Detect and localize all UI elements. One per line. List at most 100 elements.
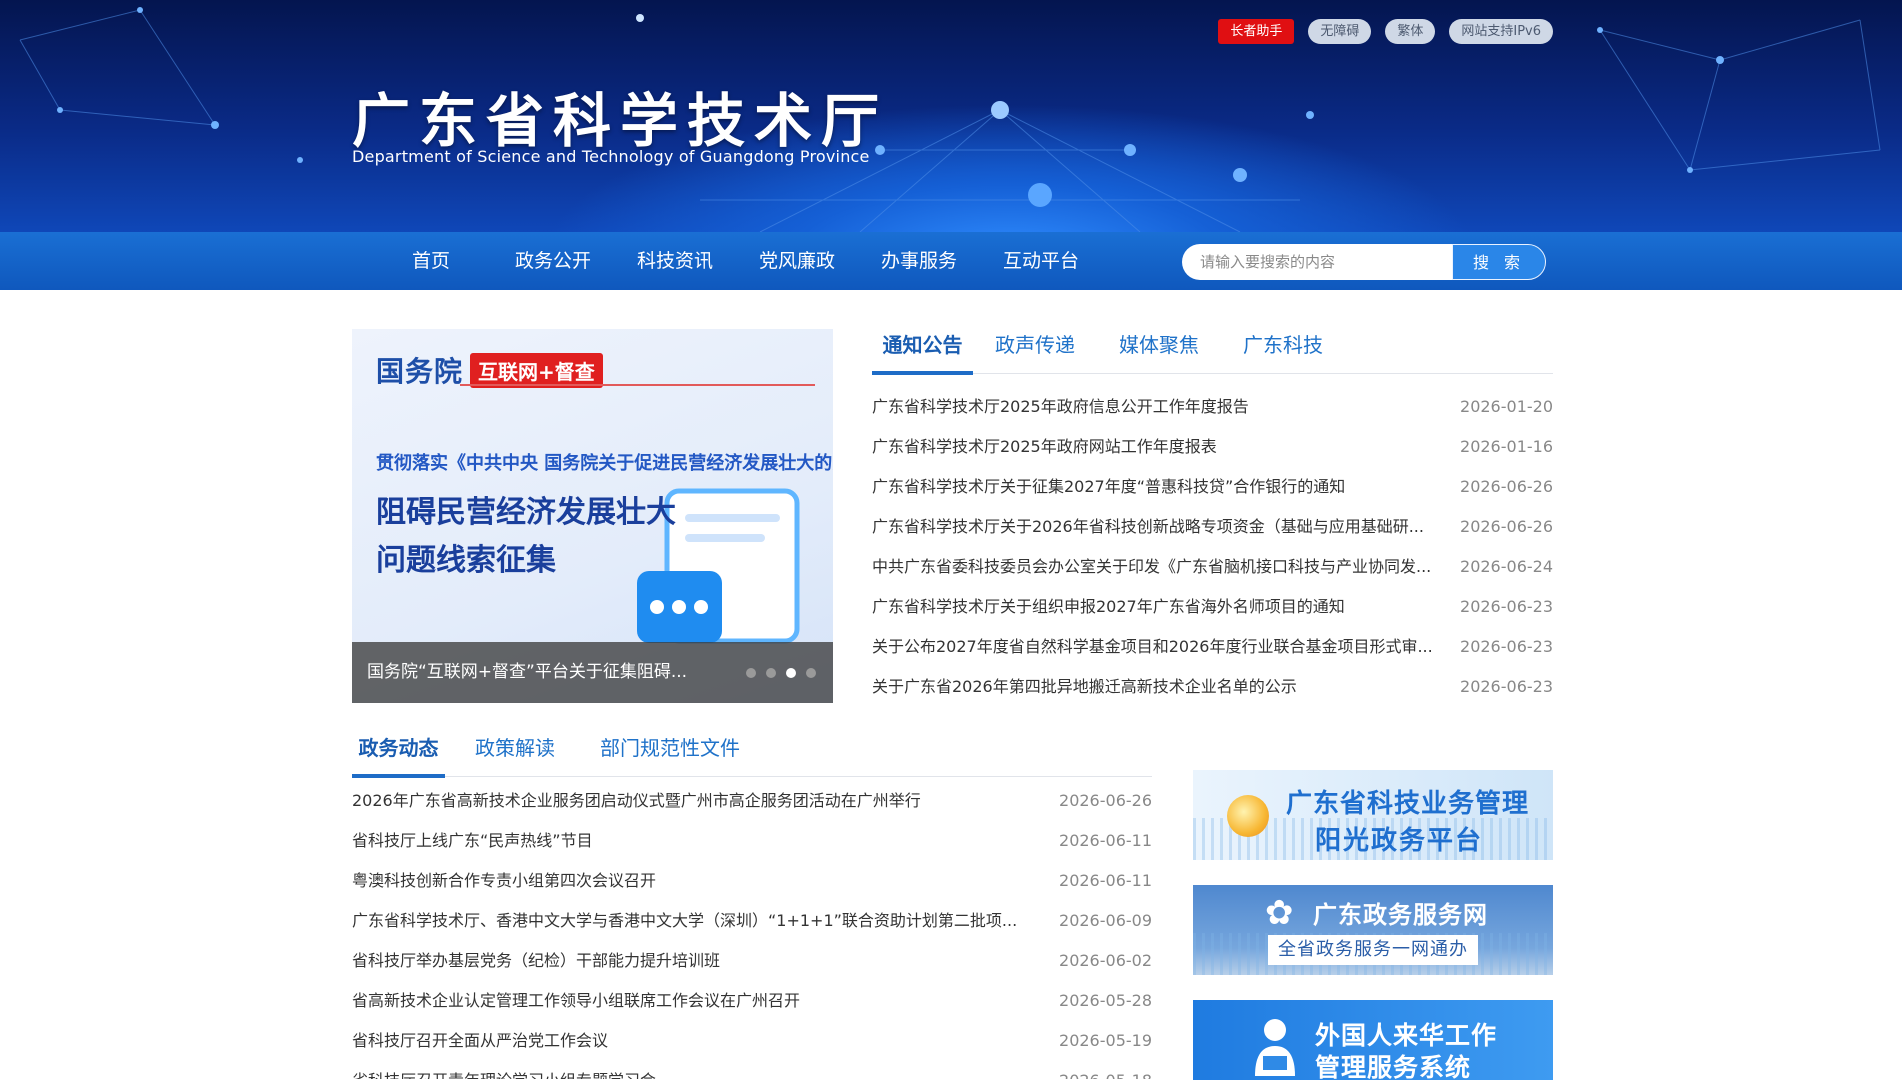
- service-banner-title: 广东省科技业务管理: [1286, 789, 1530, 819]
- list-item-title[interactable]: 省科技厅召开青年理论学习小组专题学习会: [352, 1061, 656, 1079]
- list-item-title[interactable]: 广东省科学技术厅2025年政府网站工作年度报表: [872, 427, 1217, 467]
- nav-integrity[interactable]: 党风廉政: [736, 232, 858, 290]
- carousel-subheading: 贯彻落实《中共中央 国务院关于促进民营经济发展壮大的意见》: [376, 453, 833, 474]
- tab-department-regulations[interactable]: 部门规范性文件: [585, 733, 755, 776]
- list-item-title[interactable]: 广东省科学技术厅关于组织申报2027年广东省海外名师项目的通知: [872, 587, 1345, 627]
- site-title[interactable]: 广东省科学技术厅: [352, 74, 888, 158]
- nav-interaction[interactable]: 互动平台: [980, 232, 1102, 290]
- list-item-title[interactable]: 省科技厅召开全面从严治党工作会议: [352, 1021, 608, 1061]
- flower-logo-icon: ✿: [1265, 893, 1294, 933]
- carousel-headline-line1: 阻碍民营经济发展壮大: [376, 495, 676, 530]
- list-item[interactable]: 省科技厅召开全面从严治党工作会议 2026-05-19: [352, 1021, 1152, 1061]
- list-item-date: 2026-06-26: [1460, 477, 1553, 496]
- carousel-dot-1[interactable]: [746, 668, 756, 678]
- service-banner-title: 广东政务服务网: [1313, 901, 1488, 929]
- service-banner-gd-gov-service[interactable]: ✿ 广东政务服务网 全省政务服务一网通办: [1193, 885, 1553, 975]
- list-item-title[interactable]: 关于广东省2026年第四批异地搬迁高新技术企业名单的公示: [872, 667, 1297, 707]
- list-item-title[interactable]: 中共广东省委科技委员会办公室关于印发《广东省脑机接口科技与产业协同发...: [872, 547, 1431, 587]
- carousel-dots: [746, 668, 816, 678]
- notice-list: 广东省科学技术厅2025年政府信息公开工作年度报告 2026-01-20 广东省科…: [872, 387, 1553, 707]
- list-item[interactable]: 省科技厅上线广东“民声热线”节目 2026-06-11: [352, 821, 1152, 861]
- list-item-date: 2026-06-02: [1059, 951, 1152, 970]
- site-subtitle: Department of Science and Technology of …: [352, 147, 870, 166]
- list-item-date: 2026-06-09: [1059, 911, 1152, 930]
- carousel-dot-3[interactable]: [786, 668, 796, 678]
- nav-home[interactable]: 首页: [370, 232, 492, 290]
- list-item-date: 2026-06-23: [1460, 677, 1553, 696]
- carousel-dot-4[interactable]: [806, 668, 816, 678]
- carousel-brand-name: 国务院: [376, 355, 464, 388]
- list-item[interactable]: 省高新技术企业认定管理工作领导小组联席工作会议在广州召开 2026-05-28: [352, 981, 1152, 1021]
- affairs-list: 2026年广东省高新技术企业服务团启动仪式暨广州市高企服务团活动在广州举行 202…: [352, 781, 1152, 1079]
- list-item-title[interactable]: 关于公布2027年度省自然科学基金项目和2026年度行业联合基金项目形式审...: [872, 627, 1432, 667]
- carousel-caption-bar: 国务院“互联网+督查”平台关于征集阻碍...: [352, 642, 833, 703]
- list-item-date: 2026-06-23: [1460, 597, 1553, 616]
- list-item-title[interactable]: 2026年广东省高新技术企业服务团启动仪式暨广州市高企服务团活动在广州举行: [352, 781, 921, 821]
- list-item-title[interactable]: 省科技厅上线广东“民声热线”节目: [352, 821, 593, 861]
- list-item-title[interactable]: 省科技厅举办基层党务（纪检）干部能力提升培训班: [352, 941, 720, 981]
- list-item[interactable]: 关于广东省2026年第四批异地搬迁高新技术企业名单的公示 2026-06-23: [872, 667, 1553, 707]
- list-item[interactable]: 省科技厅举办基层党务（纪检）干部能力提升培训班 2026-06-02: [352, 941, 1152, 981]
- traditional-chinese-button[interactable]: 繁体: [1385, 19, 1436, 44]
- list-item-date: 2026-06-24: [1460, 557, 1553, 576]
- accessibility-button[interactable]: 无障碍: [1308, 19, 1372, 44]
- list-item-date: 2026-05-19: [1059, 1031, 1152, 1050]
- service-banner-foreigner-work[interactable]: 外国人来华工作 管理服务系统: [1193, 1000, 1553, 1080]
- header-banner: 广东省科学技术厅 Department of Science and Techn…: [0, 0, 1902, 232]
- network-background: [19, 7, 1881, 232]
- list-item[interactable]: 关于公布2027年度省自然科学基金项目和2026年度行业联合基金项目形式审...…: [872, 627, 1553, 667]
- image-carousel[interactable]: 国务院 互联网+督查 贯彻落实《中共中央 国务院关于促进民营经济发展壮大的意见》…: [352, 329, 833, 703]
- tab-policy-interpretation[interactable]: 政策解读: [445, 733, 585, 776]
- carousel-dot-2[interactable]: [766, 668, 776, 678]
- list-item[interactable]: 广东省科学技术厅关于征集2027年度“普惠科技贷”合作银行的通知 2026-06-…: [872, 467, 1553, 507]
- nav-services[interactable]: 办事服务: [858, 232, 980, 290]
- search-input[interactable]: [1182, 244, 1452, 280]
- list-item[interactable]: 2026年广东省高新技术企业服务团启动仪式暨广州市高企服务团活动在广州举行 202…: [352, 781, 1152, 821]
- tab-gov-affairs-news[interactable]: 政务动态: [352, 733, 445, 778]
- tab-gov-voice[interactable]: 政声传递: [973, 330, 1097, 373]
- list-item-date: 2026-05-28: [1059, 991, 1152, 1010]
- list-item[interactable]: 省科技厅召开青年理论学习小组专题学习会 2026-05-18: [352, 1061, 1152, 1079]
- list-item-title[interactable]: 省高新技术企业认定管理工作领导小组联席工作会议在广州召开: [352, 981, 800, 1021]
- elder-assistant-button[interactable]: 长者助手: [1218, 19, 1295, 44]
- service-banner-subtitle: 全省政务服务一网通办: [1268, 935, 1478, 965]
- service-banner-title: 外国人来华工作: [1315, 1021, 1498, 1050]
- list-item-date: 2026-06-26: [1059, 791, 1152, 810]
- notice-tabs: 通知公告 政声传递 媒体聚焦 广东科技: [872, 330, 1553, 375]
- list-item-date: 2026-01-16: [1460, 437, 1553, 456]
- nav-government-affairs[interactable]: 政务公开: [492, 232, 614, 290]
- list-item-date: 2026-06-11: [1059, 871, 1152, 890]
- list-item[interactable]: 广东省科学技术厅、香港中文大学与香港中文大学（深圳）“1+1+1”联合资助计划第…: [352, 901, 1152, 941]
- ipv6-badge[interactable]: 网站支持IPv6: [1449, 19, 1553, 44]
- list-item-title[interactable]: 广东省科学技术厅2025年政府信息公开工作年度报告: [872, 387, 1249, 427]
- tab-notices[interactable]: 通知公告: [872, 330, 973, 375]
- carousel-headline: 阻碍民营经济发展壮大 问题线索征集: [376, 489, 676, 585]
- carousel-divider: [460, 384, 815, 386]
- list-item[interactable]: 粤澳科技创新合作专责小组第四次会议召开 2026-06-11: [352, 861, 1152, 901]
- list-item[interactable]: 广东省科学技术厅2025年政府信息公开工作年度报告 2026-01-20: [872, 387, 1553, 427]
- list-item-date: 2026-05-18: [1059, 1061, 1152, 1079]
- service-banner-subtitle: 阳光政务平台: [1315, 826, 1484, 856]
- main-nav: 首页 政务公开 科技资讯 党风廉政 办事服务 互动平台 搜 索: [0, 232, 1902, 290]
- list-item[interactable]: 广东省科学技术厅2025年政府网站工作年度报表 2026-01-16: [872, 427, 1553, 467]
- carousel-brand-tag: 互联网+督查: [470, 352, 603, 388]
- runner-emblem-icon: [1227, 795, 1269, 837]
- list-item[interactable]: 广东省科学技术厅关于组织申报2027年广东省海外名师项目的通知 2026-06-2…: [872, 587, 1553, 627]
- nav-tech-news[interactable]: 科技资讯: [614, 232, 736, 290]
- list-item-title[interactable]: 广东省科学技术厅、香港中文大学与香港中文大学（深圳）“1+1+1”联合资助计划第…: [352, 901, 1017, 941]
- top-toolbar: 长者助手 无障碍 繁体 网站支持IPv6: [1218, 19, 1553, 44]
- list-item-date: 2026-06-23: [1460, 637, 1553, 656]
- tab-guangdong-tech[interactable]: 广东科技: [1221, 330, 1345, 373]
- affairs-tabs: 政务动态 政策解读 部门规范性文件: [352, 733, 1152, 778]
- service-banner-sunshine-platform[interactable]: 广东省科技业务管理 阳光政务平台: [1193, 770, 1553, 860]
- list-item-title[interactable]: 粤澳科技创新合作专责小组第四次会议召开: [352, 861, 656, 901]
- list-item[interactable]: 广东省科学技术厅关于2026年省科技创新战略专项资金（基础与应用基础研... 20…: [872, 507, 1553, 547]
- list-item-title[interactable]: 广东省科学技术厅关于征集2027年度“普惠科技贷”合作银行的通知: [872, 467, 1345, 507]
- list-item[interactable]: 中共广东省委科技委员会办公室关于印发《广东省脑机接口科技与产业协同发... 202…: [872, 547, 1553, 587]
- list-item-date: 2026-06-11: [1059, 831, 1152, 850]
- search-button[interactable]: 搜 索: [1452, 244, 1546, 280]
- tab-media-focus[interactable]: 媒体聚焦: [1097, 330, 1221, 373]
- service-banner-subtitle: 管理服务系统: [1315, 1053, 1472, 1080]
- list-item-title[interactable]: 广东省科学技术厅关于2026年省科技创新战略专项资金（基础与应用基础研...: [872, 507, 1424, 547]
- carousel-caption[interactable]: 国务院“互联网+督查”平台关于征集阻碍...: [367, 642, 687, 703]
